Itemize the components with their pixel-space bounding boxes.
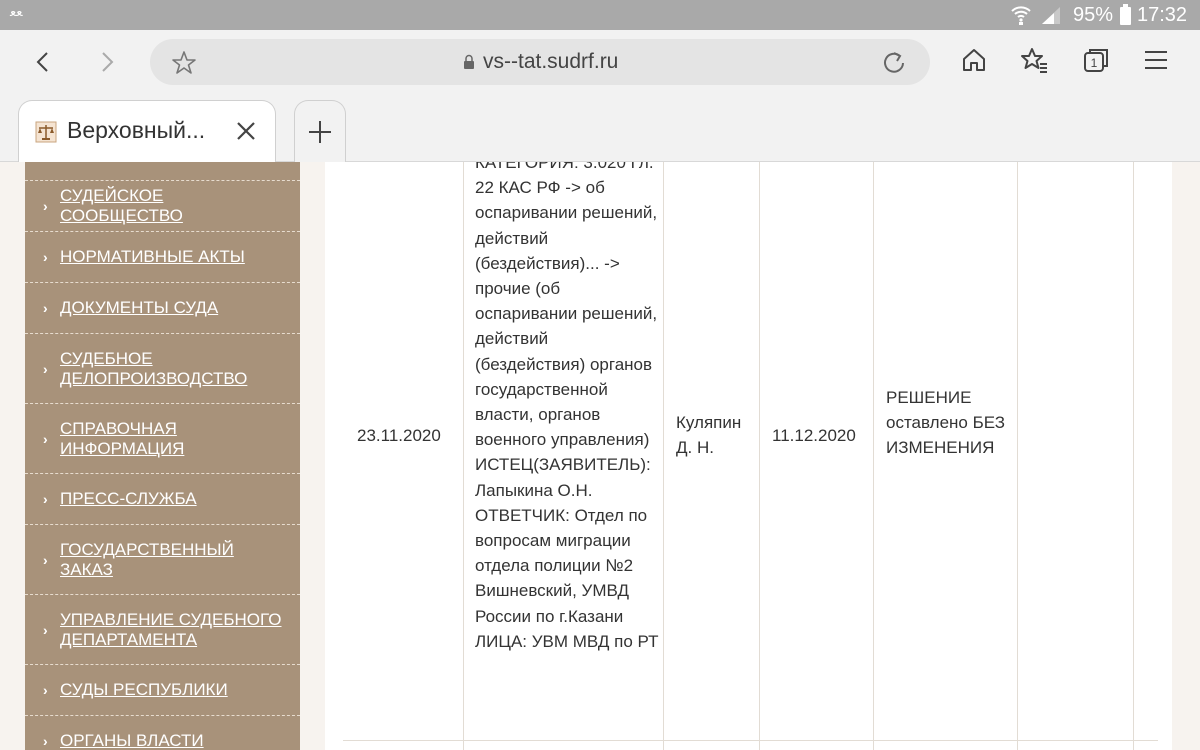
chevron-left-icon: [36, 52, 48, 72]
chevron-right-icon: ›: [43, 491, 48, 507]
column-divider: [663, 162, 664, 750]
sidebar-item-normative-acts[interactable]: › НОРМАТИВНЫЕ АКТЫ: [25, 232, 300, 283]
chevron-right-icon: ›: [43, 430, 48, 447]
case-table: 23.11.2020 КАТЕГОРИЯ: 3.020 Гл. 22 КАС Р…: [325, 162, 1172, 750]
sidebar-item-label: ГОСУДАРСТВЕННЫЙ ЗАКАЗ: [60, 539, 234, 579]
sidebar-item-label: СУДЕЙСКОЕ СООБЩЕСТВО: [60, 186, 183, 225]
chevron-right-icon: ›: [43, 198, 48, 214]
svg-text:1: 1: [1091, 56, 1098, 70]
bookmarks-icon[interactable]: [1018, 44, 1050, 76]
page-content: › СУДЕЙСКОЕ СООБЩЕСТВО › НОРМАТИВНЫЕ АКТ…: [0, 162, 1200, 750]
sidebar-item-label: СПРАВОЧНАЯ ИНФОРМАЦИЯ: [60, 418, 185, 458]
result-cell: РЕШЕНИЕ оставлено БЕЗ ИЗМЕНЕНИЯ: [886, 388, 1005, 458]
new-tab-button[interactable]: [294, 100, 346, 162]
sidebar-item-reference-info[interactable]: › СПРАВОЧНАЯ ИНФОРМАЦИЯ: [25, 404, 300, 474]
reload-icon[interactable]: [880, 49, 908, 77]
tabs-icon[interactable]: 1: [1080, 44, 1112, 76]
signal-icon: [1042, 7, 1060, 24]
decision-date-cell: 11.12.2020: [772, 426, 856, 445]
chevron-right-icon: [102, 52, 114, 72]
notification-icon: ﻌﻌ: [10, 4, 24, 19]
sidebar-item-judicial-community[interactable]: › СУДЕЙСКОЕ СООБЩЕСТВО: [25, 181, 300, 232]
status-bar: ﻌﻌ 95% 17:32: [0, 0, 1200, 30]
forward-button[interactable]: [86, 42, 126, 82]
wifi-icon: [1011, 6, 1031, 25]
tab-title: Верховный...: [67, 117, 206, 143]
sidebar-item-label: СУДЫ РЕСПУБЛИКИ: [60, 680, 228, 699]
column-divider: [759, 162, 760, 750]
category-cell: КАТЕГОРИЯ: 3.020 Гл. 22 КАС РФ -> об осп…: [475, 162, 659, 651]
chevron-right-icon: ›: [43, 551, 48, 568]
tab-strip: Верховный...: [0, 94, 1200, 162]
column-divider: [463, 162, 464, 750]
chevron-right-icon: ›: [43, 621, 48, 638]
plus-icon: [309, 120, 331, 143]
sidebar-item-court-documents[interactable]: › ДОКУМЕНТЫ СУДА: [25, 283, 300, 334]
browser-toolbar: vs--tat.sudrf.ru 1: [0, 30, 1200, 94]
clock: 17:32: [1137, 4, 1188, 26]
sidebar-item-authorities[interactable]: › ОРГАНЫ ВЛАСТИ: [25, 716, 300, 750]
column-divider: [873, 162, 874, 750]
bookmark-star-icon[interactable]: [170, 49, 198, 77]
sidebar-item-partial[interactable]: [25, 162, 300, 181]
received-date-cell: 23.11.2020: [357, 426, 441, 445]
back-button[interactable]: [24, 42, 64, 82]
sidebar-item-state-order[interactable]: › ГОСУДАРСТВЕННЫЙ ЗАКАЗ: [25, 525, 300, 595]
column-divider: [1017, 162, 1018, 750]
sidebar-item-label: ПРЕСС-СЛУЖБА: [60, 489, 197, 508]
column-divider: [1133, 162, 1134, 750]
sidebar-item-republic-courts[interactable]: › СУДЫ РЕСПУБЛИКИ: [25, 665, 300, 716]
browser-tab-active[interactable]: Верховный...: [18, 100, 276, 162]
chevron-right-icon: ›: [43, 360, 48, 377]
chevron-right-icon: ›: [43, 733, 48, 749]
address-bar[interactable]: vs--tat.sudrf.ru: [150, 39, 930, 85]
judge-cell: Куляпин Д. Н.: [676, 413, 742, 458]
sidebar-item-label: ДОКУМЕНТЫ СУДА: [60, 298, 219, 317]
home-icon[interactable]: [958, 44, 990, 76]
sidebar-item-judicial-department[interactable]: › УПРАВЛЕНИЕ СУДЕБНОГО ДЕПАРТАМЕНТА: [25, 595, 300, 665]
close-tab-icon[interactable]: [233, 118, 259, 144]
chevron-right-icon: ›: [43, 682, 48, 698]
row-divider: [343, 740, 1158, 741]
chevron-right-icon: ›: [43, 249, 48, 265]
sidebar-item-press-service[interactable]: › ПРЕСС-СЛУЖБА: [25, 474, 300, 525]
sidebar-item-label: НОРМАТИВНЫЕ АКТЫ: [60, 247, 245, 266]
url-text: vs--tat.sudrf.ru: [483, 50, 619, 73]
sidebar-item-label: УПРАВЛЕНИЕ СУДЕБНОГО ДЕПАРТАМЕНТА: [60, 609, 282, 649]
scales-favicon-icon: [35, 121, 57, 143]
sidebar-item-label: СУДЕБНОЕ ДЕЛОПРОИЗВОДСТВО: [60, 348, 248, 388]
battery-percent: 95%: [1073, 4, 1114, 26]
chevron-right-icon: ›: [43, 300, 48, 316]
menu-icon[interactable]: [1140, 44, 1172, 76]
battery-icon: [1120, 4, 1131, 25]
sidebar-nav: › СУДЕЙСКОЕ СООБЩЕСТВО › НОРМАТИВНЫЕ АКТ…: [25, 162, 300, 750]
sidebar-item-label: ОРГАНЫ ВЛАСТИ: [60, 731, 204, 750]
lock-icon: [464, 54, 474, 69]
sidebar-item-court-proceedings[interactable]: › СУДЕБНОЕ ДЕЛОПРОИЗВОДСТВО: [25, 334, 300, 404]
